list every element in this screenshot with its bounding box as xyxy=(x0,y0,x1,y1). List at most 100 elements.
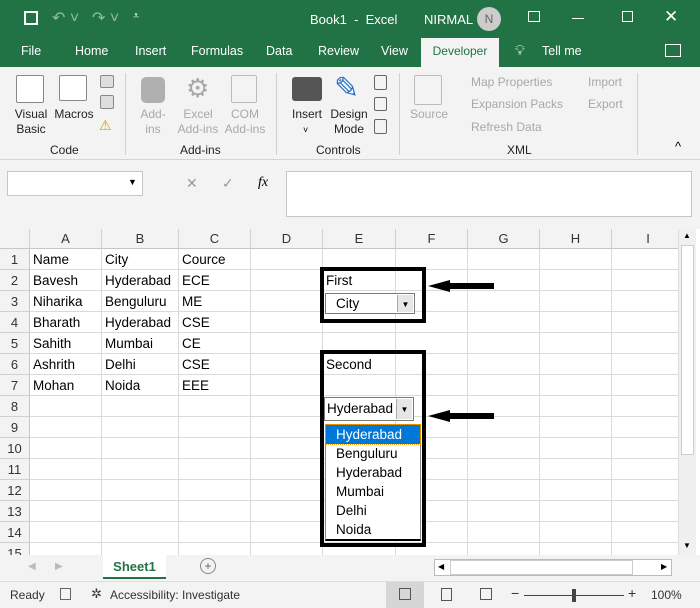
column-header-C[interactable]: C xyxy=(179,229,251,249)
tab-view[interactable]: View xyxy=(381,44,408,58)
select-all-corner[interactable] xyxy=(0,229,30,249)
cell-A2[interactable]: Bavesh xyxy=(30,270,102,291)
tab-insert[interactable]: Insert xyxy=(135,44,166,58)
excel-addins-button[interactable]: Excel Add-ins xyxy=(176,107,220,137)
export-button[interactable]: Export xyxy=(568,97,623,112)
cell-H15[interactable] xyxy=(540,543,612,555)
dropdown-arrow-icon[interactable]: ▼ xyxy=(397,295,413,312)
row-header-10[interactable]: 10 xyxy=(0,438,30,459)
cell-D7[interactable] xyxy=(251,375,323,396)
cell-C1[interactable]: Cource xyxy=(179,249,251,270)
row-header-8[interactable]: 8 xyxy=(0,396,30,417)
cell-I3[interactable] xyxy=(612,291,678,312)
dropdown-arrow-icon[interactable]: ▼ xyxy=(396,399,412,419)
cell-B6[interactable]: Delhi xyxy=(102,354,179,375)
column-header-F[interactable]: F xyxy=(396,229,468,249)
row-header-14[interactable]: 14 xyxy=(0,522,30,543)
cell-D9[interactable] xyxy=(251,417,323,438)
cell-I14[interactable] xyxy=(612,522,678,543)
cell-B12[interactable] xyxy=(102,480,179,501)
row-header-1[interactable]: 1 xyxy=(0,249,30,270)
cell-I6[interactable] xyxy=(612,354,678,375)
cell-B14[interactable] xyxy=(102,522,179,543)
cell-I2[interactable] xyxy=(612,270,678,291)
cell-D2[interactable] xyxy=(251,270,323,291)
cell-H13[interactable] xyxy=(540,501,612,522)
cell-H12[interactable] xyxy=(540,480,612,501)
page-break-view-button[interactable] xyxy=(480,588,492,600)
cell-A15[interactable] xyxy=(30,543,102,555)
cell-I15[interactable] xyxy=(612,543,678,555)
cell-A13[interactable] xyxy=(30,501,102,522)
cell-C7[interactable]: EEE xyxy=(179,375,251,396)
map-properties-button[interactable]: Map Properties xyxy=(453,75,552,90)
insert-function-icon[interactable]: fx xyxy=(258,175,268,191)
source-button[interactable]: Source xyxy=(408,107,450,122)
cell-H7[interactable] xyxy=(540,375,612,396)
column-header-I[interactable]: I xyxy=(612,229,678,249)
cell-H8[interactable] xyxy=(540,396,612,417)
cell-C6[interactable]: CSE xyxy=(179,354,251,375)
cell-H14[interactable] xyxy=(540,522,612,543)
comments-icon[interactable] xyxy=(665,44,681,57)
zoom-slider[interactable] xyxy=(524,589,624,602)
cell-B2[interactable]: Hyderabad xyxy=(102,270,179,291)
row-header-6[interactable]: 6 xyxy=(0,354,30,375)
cell-H10[interactable] xyxy=(540,438,612,459)
cell-B1[interactable]: City xyxy=(102,249,179,270)
scrollbar-thumb[interactable] xyxy=(681,245,694,455)
cell-A7[interactable]: Mohan xyxy=(30,375,102,396)
cell-B3[interactable]: Benguluru xyxy=(102,291,179,312)
tab-file[interactable]: File xyxy=(21,44,41,58)
cell-I11[interactable] xyxy=(612,459,678,480)
cell-B13[interactable] xyxy=(102,501,179,522)
cell-D13[interactable] xyxy=(251,501,323,522)
import-button[interactable]: Import xyxy=(568,75,622,90)
cell-D6[interactable] xyxy=(251,354,323,375)
cell-H6[interactable] xyxy=(540,354,612,375)
expansion-packs-button[interactable]: Expansion Packs xyxy=(453,97,563,112)
cell-A10[interactable] xyxy=(30,438,102,459)
minimize-button[interactable] xyxy=(572,18,584,19)
sheet-tab-sheet1[interactable]: Sheet1 xyxy=(103,555,166,579)
design-mode-button[interactable]: Design Mode xyxy=(328,107,370,137)
tab-data[interactable]: Data xyxy=(266,44,292,58)
cell-C8[interactable] xyxy=(179,396,251,417)
name-box[interactable] xyxy=(7,171,143,196)
tab-formulas[interactable]: Formulas xyxy=(191,44,243,58)
cell-D1[interactable] xyxy=(251,249,323,270)
city-combobox[interactable]: City ▼ xyxy=(325,293,415,314)
cell-C11[interactable] xyxy=(179,459,251,480)
city-value-combobox[interactable]: Hyderabad ▼ xyxy=(324,397,414,421)
row-header-15[interactable]: 15 xyxy=(0,543,30,555)
scroll-left-sheets-icon[interactable]: ◀ xyxy=(28,561,36,572)
cell-G1[interactable] xyxy=(468,249,540,270)
addins-button[interactable]: Add-ins xyxy=(138,107,168,137)
cell-G15[interactable] xyxy=(468,543,540,555)
cell-C5[interactable]: CE xyxy=(179,333,251,354)
cell-A4[interactable]: Bharath xyxy=(30,312,102,333)
cell-G7[interactable] xyxy=(468,375,540,396)
row-header-7[interactable]: 7 xyxy=(0,375,30,396)
row-header-5[interactable]: 5 xyxy=(0,333,30,354)
cell-C4[interactable]: CSE xyxy=(179,312,251,333)
cell-I13[interactable] xyxy=(612,501,678,522)
cell-G3[interactable] xyxy=(468,291,540,312)
cell-H11[interactable] xyxy=(540,459,612,480)
cell-B7[interactable]: Noida xyxy=(102,375,179,396)
cell-D3[interactable] xyxy=(251,291,323,312)
cell-A14[interactable] xyxy=(30,522,102,543)
record-macro-icon[interactable] xyxy=(100,75,114,88)
avatar[interactable]: N xyxy=(477,7,501,31)
combo-value[interactable]: Hyderabad xyxy=(327,401,393,416)
cell-D15[interactable] xyxy=(251,543,323,555)
cell-C2[interactable]: ECE xyxy=(179,270,251,291)
tab-developer[interactable]: Developer xyxy=(421,38,499,67)
redo-icon[interactable]: ↷ ˅ xyxy=(92,8,119,28)
cell-B10[interactable] xyxy=(102,438,179,459)
cell-D10[interactable] xyxy=(251,438,323,459)
column-header-E[interactable]: E xyxy=(323,229,396,249)
dropdown-option[interactable]: Hyderabad xyxy=(326,463,420,482)
column-header-G[interactable]: G xyxy=(468,229,540,249)
cell-A1[interactable]: Name xyxy=(30,249,102,270)
